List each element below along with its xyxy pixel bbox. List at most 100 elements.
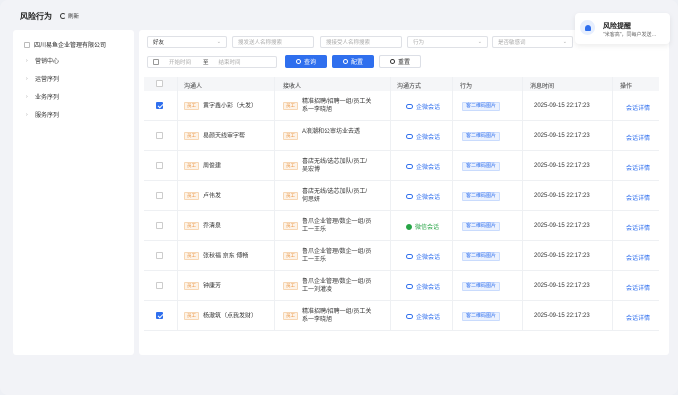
session-detail-link[interactable]: 会话详情 xyxy=(626,283,650,292)
reset-button-label: 重置 xyxy=(397,60,410,66)
column-divider xyxy=(612,77,613,331)
chevron-right-icon[interactable]: › xyxy=(26,76,31,82)
employee-tag: 员工 xyxy=(184,252,199,260)
sender-cell: 员工 杨澈筑（点我发财） xyxy=(184,312,257,321)
row-checkbox[interactable] xyxy=(156,282,163,289)
receiver-cell: 员工 鲁爪企业管理/数企一组/员工一刘灌凌 xyxy=(283,278,388,294)
tree-item-marketing[interactable]: › 营销中心 xyxy=(26,56,59,66)
employee-tag: 员工 xyxy=(283,132,298,140)
behavior-tag: 客二维码图片 xyxy=(462,282,501,291)
channel-label: 企微会话 xyxy=(416,165,441,171)
receiver-cell: 员工 鲁爪企业管理/数企一组/员工一王乐 xyxy=(283,218,388,234)
receiver-name: 喜店无线/选芯加队/员工/吴宏博 xyxy=(302,159,368,173)
row-checkbox[interactable] xyxy=(156,102,163,109)
bell-icon xyxy=(584,24,591,31)
channel-label: 企微会话 xyxy=(416,285,441,291)
receiver-search-placeholder: 搜接受人名称搜索 xyxy=(326,40,371,46)
session-detail-link[interactable]: 会话详情 xyxy=(626,313,650,322)
date-range-picker[interactable]: 开始时间 至 结束时间 xyxy=(147,56,277,68)
select-all-checkbox[interactable] xyxy=(156,80,163,87)
row-checkbox[interactable] xyxy=(156,192,163,199)
sender-cell: 员工 卢伟发 xyxy=(184,192,221,201)
session-detail-link[interactable]: 会话详情 xyxy=(626,103,650,112)
risk-notification[interactable]: 风险提醒 "米客高"，同每户发送… xyxy=(575,13,670,44)
header-op: 操作 xyxy=(620,84,633,90)
row-checkbox[interactable] xyxy=(156,222,163,229)
row-checkbox[interactable] xyxy=(156,132,163,139)
config-button-label: 配置 xyxy=(350,60,363,66)
row-checkbox[interactable] xyxy=(156,162,163,169)
message-time: 2025-09-15 22:17:23 xyxy=(534,103,590,109)
employee-tag: 员工 xyxy=(184,162,199,170)
row-checkbox[interactable] xyxy=(156,312,163,319)
table-row: 员工 乔清泉 员工 鲁爪企业管理/数企一组/员工一王乐 微信会话 客二维码图片 2025-0… xyxy=(144,211,659,241)
tree-item-business[interactable]: › 业务序列 xyxy=(26,92,60,102)
message-time: 2025-09-15 22:17:23 xyxy=(534,193,590,199)
end-time-placeholder: 结束时间 xyxy=(218,60,241,66)
chevron-right-icon[interactable]: › xyxy=(26,112,31,118)
session-detail-link[interactable]: 会话详情 xyxy=(626,253,650,262)
table-row: 员工 杨澈筑（点我发财） 员工 精准招聘/招聘一组/员工关系一李晓旭 企微会话 客二维码图… xyxy=(144,301,659,331)
session-detail-link[interactable]: 会话详情 xyxy=(626,163,650,172)
sender-name: 黄字鑫小彩（大发） xyxy=(203,103,258,110)
behavior-tag: 客二维码图片 xyxy=(462,312,501,321)
behavior-select[interactable]: 行为 ⌄ xyxy=(407,36,488,48)
tree-item-label: 业务序列 xyxy=(35,95,60,101)
tree-item-operations[interactable]: › 运营序列 xyxy=(26,74,59,84)
table-row: 员工 周俊建 员工 喜店无线/选芯加队/员工/吴宏博 企微会话 客二维码图片 2025-09… xyxy=(144,151,659,181)
row-checkbox[interactable] xyxy=(156,252,163,259)
channel-cell: 企微会话 xyxy=(406,132,440,141)
table-row: 员工 黄字鑫小彩（大发） 员工 精准招聘/招聘一组/员工关系一李晓旭 企微会话 客二维码图… xyxy=(144,91,659,121)
chat-cloud-icon xyxy=(406,314,413,319)
chevron-right-icon[interactable]: › xyxy=(26,94,31,100)
refresh-button[interactable]: 刷新 xyxy=(60,12,79,20)
session-detail-link[interactable]: 会话详情 xyxy=(626,133,650,142)
org-tree-root[interactable]: 四川易鱼企业管理有限公司 xyxy=(24,40,106,49)
date-separator: 至 xyxy=(203,60,209,66)
config-button[interactable]: 配置 xyxy=(332,55,374,68)
receiver-name: 鲁爪企业管理/数企一组/员工一刘灌凌 xyxy=(302,279,372,293)
page-title: 风险行为 xyxy=(20,12,52,21)
session-detail-link[interactable]: 会话详情 xyxy=(626,223,650,232)
reset-button[interactable]: 重置 xyxy=(379,55,421,68)
sender-name: 张秋福 京东 傅畅 xyxy=(203,253,249,260)
header-behavior: 行为 xyxy=(460,84,473,90)
search-button[interactable]: 查询 xyxy=(285,55,327,68)
message-time: 2025-09-15 22:17:23 xyxy=(534,313,590,319)
column-divider xyxy=(522,77,523,331)
org-tree-panel: 四川易鱼企业管理有限公司 › 营销中心 › 运营序列 › 业务序列 › 服务序列 xyxy=(13,30,134,355)
table-row: 员工 卢伟发 员工 喜店无线/选芯加队/员工/何思妍 企微会话 客二维码图片 2025-09… xyxy=(144,181,659,211)
message-time: 2025-09-15 22:17:23 xyxy=(534,223,590,229)
receiver-cell: 员工 A浪潮和公审坊业去透 xyxy=(283,128,388,140)
receiver-search-input[interactable]: 搜接受人名称搜索 xyxy=(320,36,402,48)
tree-item-service[interactable]: › 服务序列 xyxy=(26,110,59,120)
calendar-icon xyxy=(153,59,159,65)
sender-cell: 员工 周俊建 xyxy=(184,162,221,171)
chat-cloud-icon xyxy=(406,104,413,109)
header-receiver: 接收人 xyxy=(283,84,302,90)
sensitive-select[interactable]: 是否敏感词 ⌄ xyxy=(492,36,573,48)
employee-tag: 员工 xyxy=(283,192,298,200)
message-time: 2025-09-15 22:17:23 xyxy=(534,283,590,289)
session-detail-link[interactable]: 会话详情 xyxy=(626,193,650,202)
table-header: 沟通人 接收人 沟通方式 行为 消息时间 操作 xyxy=(144,77,659,91)
employee-tag: 员工 xyxy=(184,222,199,230)
sender-name: 易颜天线审字帮 xyxy=(203,133,246,140)
behavior-select-placeholder: 行为 xyxy=(413,40,425,46)
table-row: 员工 张秋福 京东 傅畅 员工 鲁爪企业管理/数企一组/员工一王乐 企微会话 客二维码图片… xyxy=(144,241,659,271)
header-channel: 沟通方式 xyxy=(397,84,422,90)
wechat-icon xyxy=(406,223,412,230)
employee-tag: 员工 xyxy=(184,192,199,200)
bell-icon-wrap xyxy=(580,20,595,35)
employee-tag: 员工 xyxy=(184,282,199,290)
receiver-name: 鲁爪企业管理/数企一组/员工一王乐 xyxy=(302,249,372,263)
org-root-checkbox[interactable] xyxy=(24,41,30,48)
table-row: 员工 钟康芳 员工 鲁爪企业管理/数企一组/员工一刘灌凌 企微会话 客二维码图片 2025-… xyxy=(144,271,659,301)
type-select[interactable]: 好友 ⌄ xyxy=(147,36,227,48)
chevron-down-icon: ⌄ xyxy=(216,39,221,45)
sender-search-input[interactable]: 搜发送人名称搜索 xyxy=(232,36,314,48)
sender-name: 钟康芳 xyxy=(203,283,222,290)
chevron-right-icon[interactable]: › xyxy=(26,58,31,64)
chat-cloud-icon xyxy=(406,134,413,139)
behavior-tag: 客二维码图片 xyxy=(462,192,501,201)
